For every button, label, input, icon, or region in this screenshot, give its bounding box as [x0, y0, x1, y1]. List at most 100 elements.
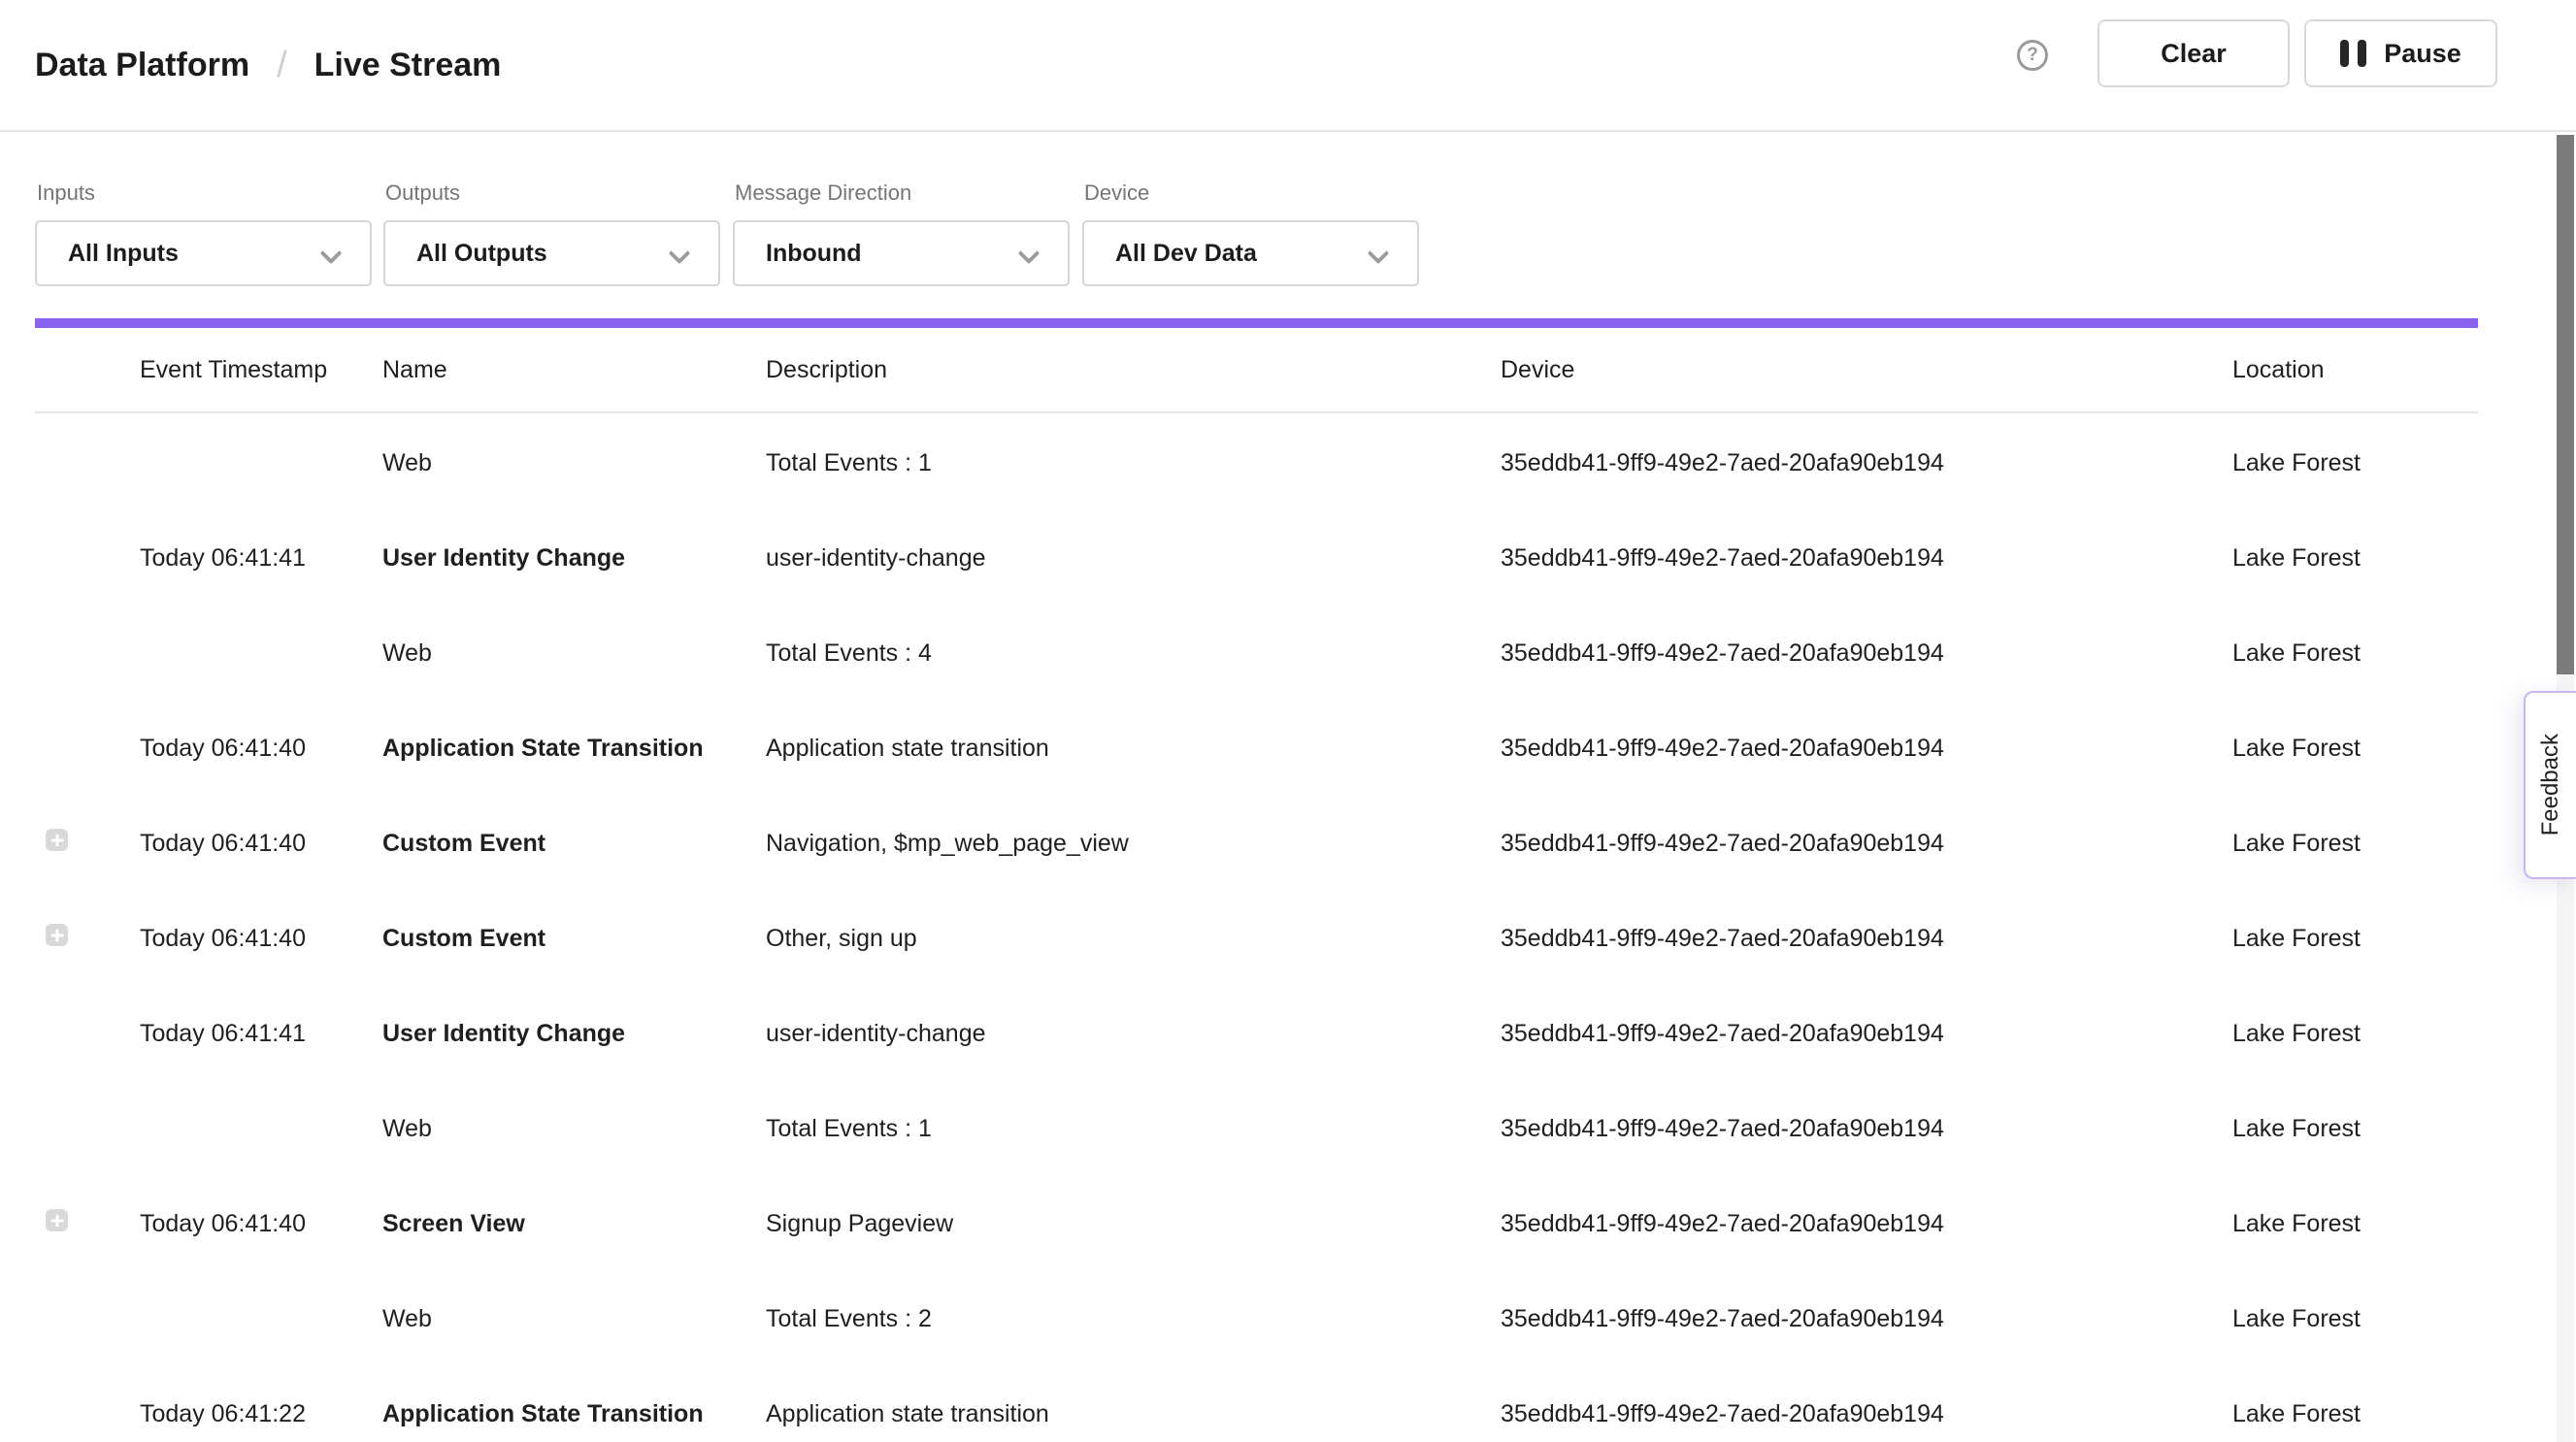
- expand-cell: [35, 1209, 140, 1238]
- message-direction-filter-dropdown[interactable]: Inbound: [733, 220, 1070, 286]
- event-timestamp-cell: Today 06:41:40: [140, 1210, 382, 1238]
- expand-cell: [35, 639, 140, 668]
- event-name-cell: User Identity Change: [382, 1020, 766, 1048]
- plus-icon: [50, 929, 63, 941]
- table-row[interactable]: Web Total Events : 1 35eddb41-9ff9-49e2-…: [35, 1081, 2478, 1176]
- clear-button-label: Clear: [2161, 39, 2227, 69]
- feedback-tab-label: Feedback: [2537, 734, 2564, 836]
- help-glyph: ?: [2027, 45, 2038, 66]
- inputs-filter-dropdown[interactable]: All Inputs: [35, 220, 372, 286]
- expand-cell: [35, 924, 140, 953]
- expand-row-button[interactable]: [46, 1209, 68, 1231]
- description-cell: Other, sign up: [766, 925, 1501, 953]
- expand-cell: [35, 734, 140, 763]
- device-cell: 35eddb41-9ff9-49e2-7aed-20afa90eb194: [1501, 735, 2232, 763]
- device-filter-dropdown[interactable]: All Dev Data: [1082, 220, 1419, 286]
- device-cell: 35eddb41-9ff9-49e2-7aed-20afa90eb194: [1501, 639, 2232, 668]
- message-direction-filter-value: Inbound: [766, 240, 862, 268]
- table-row[interactable]: Today 06:41:22 Application State Transit…: [35, 1366, 2478, 1442]
- location-cell: Lake Forest: [2232, 1115, 2478, 1143]
- inputs-filter-value: All Inputs: [68, 240, 179, 268]
- location-cell: Lake Forest: [2232, 1400, 2478, 1428]
- breadcrumb-separator: /: [277, 45, 287, 86]
- pause-button[interactable]: Pause: [2304, 19, 2497, 87]
- description-cell: Signup Pageview: [766, 1210, 1501, 1238]
- device-cell: 35eddb41-9ff9-49e2-7aed-20afa90eb194: [1501, 925, 2232, 953]
- device-cell: 35eddb41-9ff9-49e2-7aed-20afa90eb194: [1501, 544, 2232, 573]
- location-cell: Lake Forest: [2232, 830, 2478, 858]
- stream-accent-rule: [35, 318, 2478, 328]
- event-name-cell: Screen View: [382, 1210, 766, 1238]
- event-name-cell: User Identity Change: [382, 544, 766, 573]
- message-direction-filter-label: Message Direction: [735, 180, 911, 206]
- clear-button[interactable]: Clear: [2097, 19, 2290, 87]
- expand-cell: [35, 1019, 140, 1048]
- inputs-filter-label: Inputs: [37, 180, 95, 206]
- expand-cell: [35, 448, 140, 477]
- event-name-cell: Web: [382, 1305, 766, 1333]
- description-cell: Total Events : 1: [766, 1115, 1501, 1143]
- chevron-down-icon: [1368, 243, 1390, 265]
- breadcrumb-data-platform[interactable]: Data Platform: [35, 47, 249, 84]
- chevron-down-icon: [1018, 243, 1040, 265]
- table-row[interactable]: Today 06:41:41 User Identity Change user…: [35, 510, 2478, 606]
- location-cell: Lake Forest: [2232, 639, 2478, 668]
- table-row[interactable]: Web Total Events : 4 35eddb41-9ff9-49e2-…: [35, 606, 2478, 701]
- outputs-filter-label: Outputs: [385, 180, 460, 206]
- scrollbar-thumb[interactable]: [2557, 135, 2574, 674]
- pause-icon: [2340, 40, 2366, 67]
- location-cell: Lake Forest: [2232, 544, 2478, 573]
- expand-cell: [35, 1304, 140, 1333]
- plus-icon: [50, 1214, 63, 1227]
- table-row[interactable]: Today 06:41:41 User Identity Change user…: [35, 986, 2478, 1081]
- device-cell: 35eddb41-9ff9-49e2-7aed-20afa90eb194: [1501, 1305, 2232, 1333]
- breadcrumb: Data Platform / Live Stream: [35, 0, 501, 130]
- outputs-filter-value: All Outputs: [416, 240, 547, 268]
- expand-cell: [35, 829, 140, 858]
- col-device: Device: [1501, 356, 2232, 384]
- description-cell: Application state transition: [766, 1400, 1501, 1428]
- table-row[interactable]: Today 06:41:40 Custom Event Other, sign …: [35, 891, 2478, 986]
- device-cell: 35eddb41-9ff9-49e2-7aed-20afa90eb194: [1501, 449, 2232, 477]
- table-header: Event Timestamp Name Description Device …: [35, 328, 2478, 413]
- outputs-filter-dropdown[interactable]: All Outputs: [383, 220, 720, 286]
- event-name-cell: Application State Transition: [382, 735, 766, 763]
- col-name: Name: [382, 356, 766, 384]
- location-cell: Lake Forest: [2232, 449, 2478, 477]
- table-row[interactable]: Today 06:41:40 Application State Transit…: [35, 701, 2478, 796]
- plus-icon: [50, 834, 63, 846]
- description-cell: Total Events : 1: [766, 449, 1501, 477]
- col-description: Description: [766, 356, 1501, 384]
- pause-button-label: Pause: [2384, 39, 2461, 69]
- device-cell: 35eddb41-9ff9-49e2-7aed-20afa90eb194: [1501, 1020, 2232, 1048]
- expand-row-button[interactable]: [46, 829, 68, 851]
- event-name-cell: Web: [382, 639, 766, 668]
- live-stream-page: Data Platform / Live Stream ? Clear Paus…: [0, 0, 2576, 1442]
- event-name-cell: Custom Event: [382, 830, 766, 858]
- description-cell: Application state transition: [766, 735, 1501, 763]
- table-row[interactable]: Web Total Events : 1 35eddb41-9ff9-49e2-…: [35, 415, 2478, 510]
- device-cell: 35eddb41-9ff9-49e2-7aed-20afa90eb194: [1501, 1115, 2232, 1143]
- table-row[interactable]: Today 06:41:40 Screen View Signup Pagevi…: [35, 1176, 2478, 1271]
- device-filter-value: All Dev Data: [1115, 240, 1257, 268]
- table-row[interactable]: Web Total Events : 2 35eddb41-9ff9-49e2-…: [35, 1271, 2478, 1366]
- feedback-tab[interactable]: Feedback: [2524, 691, 2576, 879]
- col-location: Location: [2232, 356, 2478, 384]
- device-cell: 35eddb41-9ff9-49e2-7aed-20afa90eb194: [1501, 1210, 2232, 1238]
- description-cell: Total Events : 2: [766, 1305, 1501, 1333]
- location-cell: Lake Forest: [2232, 1210, 2478, 1238]
- expand-cell: [35, 543, 140, 573]
- chevron-down-icon: [669, 243, 691, 265]
- expand-row-button[interactable]: [46, 924, 68, 946]
- expand-cell: [35, 1399, 140, 1428]
- expand-cell: [35, 1114, 140, 1143]
- location-cell: Lake Forest: [2232, 1020, 2478, 1048]
- event-timestamp-cell: Today 06:41:41: [140, 544, 382, 573]
- event-timestamp-cell: Today 06:41:40: [140, 830, 382, 858]
- help-icon[interactable]: ?: [2017, 40, 2048, 71]
- event-timestamp-cell: Today 06:41:41: [140, 1020, 382, 1048]
- description-cell: Total Events : 4: [766, 639, 1501, 668]
- description-cell: user-identity-change: [766, 1020, 1501, 1048]
- event-table-body: Web Total Events : 1 35eddb41-9ff9-49e2-…: [35, 415, 2478, 1442]
- table-row[interactable]: Today 06:41:40 Custom Event Navigation, …: [35, 796, 2478, 891]
